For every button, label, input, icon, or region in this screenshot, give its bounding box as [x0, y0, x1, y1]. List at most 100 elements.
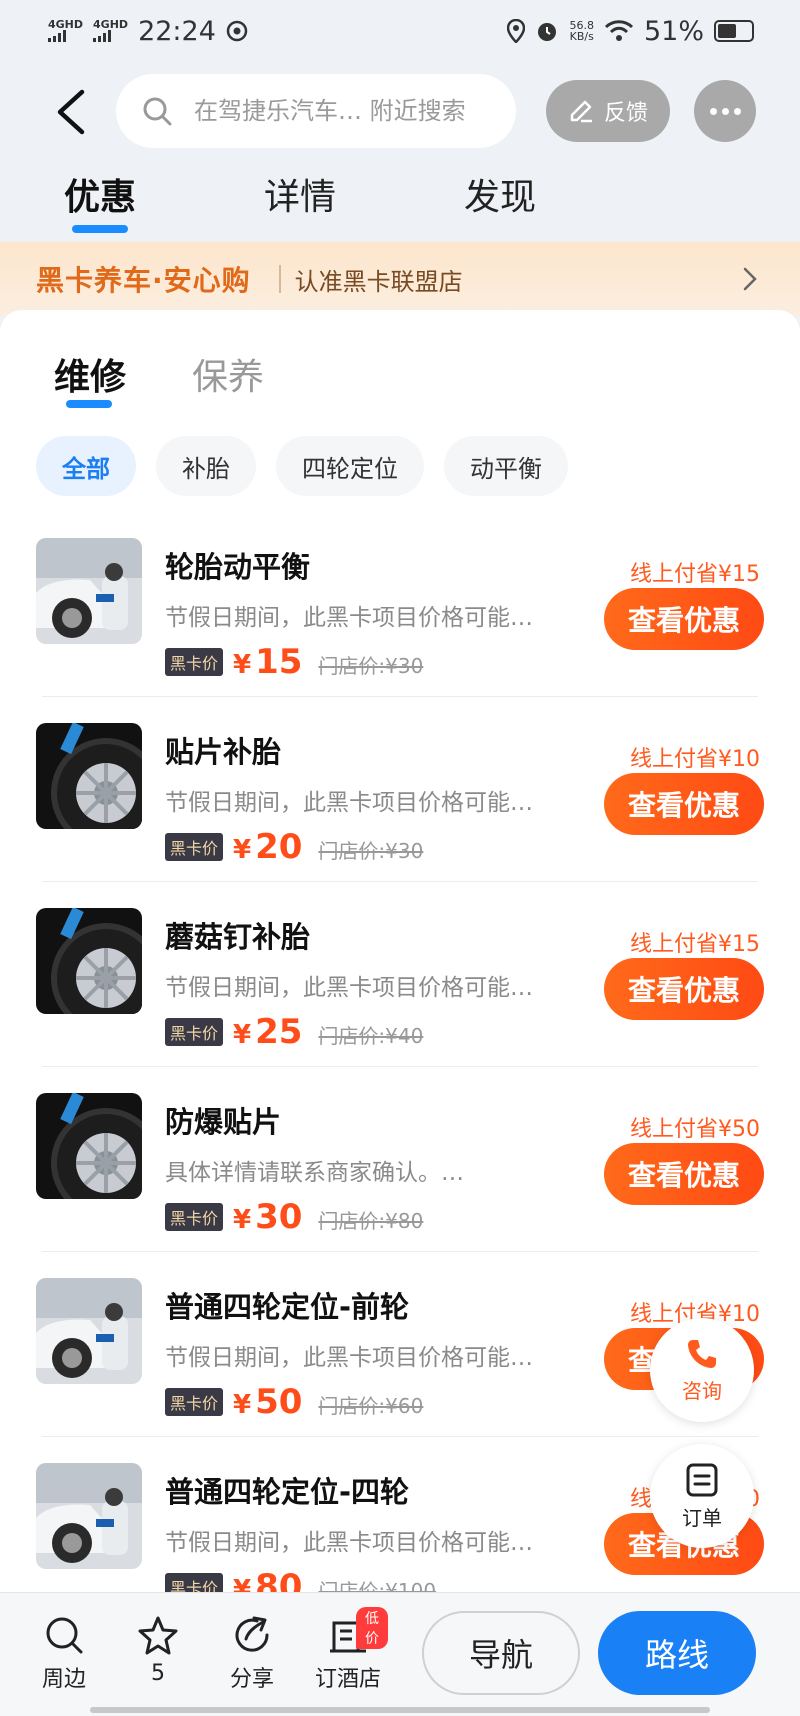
share-button[interactable]: 分享: [212, 1615, 292, 1693]
more-dot-icon: [733, 107, 741, 115]
app-notification-icon: [226, 20, 248, 42]
service-list: 轮胎动平衡 节假日期间，此黑卡项目价格可能… 黑卡价 ¥15 门店价:¥30 线…: [0, 512, 800, 1592]
back-button[interactable]: [50, 88, 94, 136]
yen-sign: ¥: [233, 1390, 252, 1420]
store-price: 门店价:¥40: [318, 1024, 424, 1048]
phone-icon: [688, 1339, 716, 1368]
order-icon: [686, 1463, 718, 1496]
consult-button[interactable]: 咨询: [650, 1318, 754, 1422]
tab-discover[interactable]: 发现: [464, 168, 536, 220]
chip-wheel-alignment[interactable]: 四轮定位: [276, 436, 424, 496]
price-row: 黑卡价 ¥50 门店价:¥60: [165, 1382, 423, 1422]
tab-underline: [72, 225, 128, 233]
black-card-tag: 黑卡价: [165, 1573, 224, 1592]
chip-tire-patch[interactable]: 补胎: [156, 436, 256, 496]
store-price: 门店价:¥100: [318, 1579, 437, 1592]
service-thumbnail: [36, 908, 142, 1014]
service-title: 贴片补胎: [165, 735, 282, 769]
banner-title: 黑卡养车·安心购: [36, 264, 251, 297]
list-item[interactable]: 轮胎动平衡 节假日期间，此黑卡项目价格可能… 黑卡价 ¥15 门店价:¥30 线…: [0, 512, 800, 697]
chip-wheel-balance[interactable]: 动平衡: [444, 436, 568, 496]
net-speed: 56.8 KB/s: [569, 19, 594, 43]
black-card-tag: 黑卡价: [165, 648, 224, 676]
more-dot-icon: [709, 107, 717, 115]
price-value: 30: [255, 1197, 303, 1237]
clock: 22:24: [138, 15, 216, 47]
online-saving: 线上付省¥15: [630, 562, 760, 587]
subtab-underline: [66, 400, 112, 408]
wifi-icon: [604, 20, 634, 41]
store-price: 门店价:¥30: [318, 839, 424, 863]
list-item[interactable]: 蘑菇钉补胎 节假日期间，此黑卡项目价格可能… 黑卡价 ¥25 门店价:¥40 线…: [0, 882, 800, 1067]
hotel-button[interactable]: 低价 订酒店: [308, 1607, 388, 1693]
order-label: 订单: [682, 1505, 722, 1530]
store-price: 门店价:¥60: [318, 1394, 424, 1418]
black-card-banner[interactable]: 黑卡养车·安心购 认准黑卡联盟店: [0, 242, 800, 316]
black-card-price: ¥30: [233, 1197, 302, 1237]
price-value: 25: [255, 1012, 303, 1052]
yen-sign: ¥: [233, 1205, 252, 1235]
back-arrow-icon: [57, 89, 85, 135]
service-desc: 节假日期间，此黑卡项目价格可能…: [165, 790, 533, 816]
price-value: 20: [255, 827, 303, 867]
location-icon: [507, 19, 526, 43]
share-label: 分享: [229, 1667, 274, 1692]
service-title: 普通四轮定位-四轮: [165, 1475, 410, 1509]
yen-sign: ¥: [233, 1020, 252, 1050]
black-card-price: ¥25: [233, 1012, 302, 1052]
chevron-right-icon: [743, 267, 757, 291]
black-card-tag: 黑卡价: [165, 1388, 224, 1416]
service-thumbnail: [36, 1278, 142, 1384]
list-item[interactable]: 贴片补胎 节假日期间，此黑卡项目价格可能… 黑卡价 ¥20 门店价:¥30 线上…: [0, 697, 800, 882]
store-price: 门店价:¥30: [318, 654, 424, 678]
nearby-button[interactable]: 周边: [24, 1615, 104, 1693]
subtab-repair[interactable]: 维修: [54, 348, 126, 400]
navigate-button[interactable]: 导航: [422, 1611, 580, 1695]
yen-sign: ¥: [233, 835, 252, 865]
service-title: 普通四轮定位-前轮: [165, 1290, 410, 1324]
black-card-tag: 黑卡价: [165, 1203, 224, 1231]
view-deal-button[interactable]: 查看优惠: [604, 588, 764, 650]
home-indicator: [90, 1707, 710, 1713]
list-item[interactable]: 防爆贴片 具体详情请联系商家确认。… 黑卡价 ¥30 门店价:¥80 线上付省¥…: [0, 1067, 800, 1252]
consult-label: 咨询: [682, 1378, 722, 1403]
tab-details[interactable]: 详情: [264, 168, 336, 220]
online-saving: 线上付省¥10: [630, 747, 760, 772]
black-card-price: ¥20: [233, 827, 302, 867]
price-value: 80: [255, 1567, 303, 1592]
search-input[interactable]: [194, 97, 504, 125]
battery-icon: [714, 20, 754, 42]
share-icon: [235, 1616, 269, 1652]
service-title: 轮胎动平衡: [165, 550, 311, 584]
route-button[interactable]: 路线: [598, 1611, 756, 1695]
more-dot-icon: [721, 107, 729, 115]
price-row: 黑卡价 ¥20 门店价:¥30: [165, 827, 423, 867]
signal-icon-2: 4GHD: [93, 19, 128, 42]
top-tabs: 优惠 详情 发现: [0, 168, 800, 238]
favorite-button[interactable]: 5: [118, 1615, 198, 1686]
search-icon: [46, 1617, 83, 1654]
star-icon: [138, 1616, 178, 1655]
bottom-bar: 周边 5 分享 低价 订酒店 导航 路线: [0, 1592, 800, 1716]
view-deal-button[interactable]: 查看优惠: [604, 773, 764, 835]
service-title: 蘑菇钉补胎: [165, 920, 311, 954]
chip-all[interactable]: 全部: [36, 436, 136, 496]
search-box[interactable]: [116, 74, 516, 148]
nearby-label: 周边: [41, 1667, 86, 1692]
view-deal-button[interactable]: 查看优惠: [604, 1143, 764, 1205]
more-button[interactable]: [694, 80, 756, 142]
view-deal-button[interactable]: 查看优惠: [604, 958, 764, 1020]
yen-sign: ¥: [233, 1575, 252, 1592]
price-value: 50: [255, 1382, 303, 1422]
black-card-price: ¥15: [233, 642, 302, 682]
low-price-badge: 低价: [356, 1607, 388, 1649]
service-desc: 节假日期间，此黑卡项目价格可能…: [165, 1345, 533, 1371]
order-button[interactable]: 订单: [650, 1444, 754, 1548]
subtab-maintenance[interactable]: 保养: [192, 348, 264, 400]
edit-icon: [570, 100, 592, 123]
yen-sign: ¥: [233, 650, 252, 680]
service-thumbnail: [36, 1463, 142, 1569]
feedback-button[interactable]: 反馈: [546, 80, 670, 142]
tab-offers[interactable]: 优惠: [64, 168, 136, 220]
signal-icon: 4GHD: [48, 19, 83, 42]
